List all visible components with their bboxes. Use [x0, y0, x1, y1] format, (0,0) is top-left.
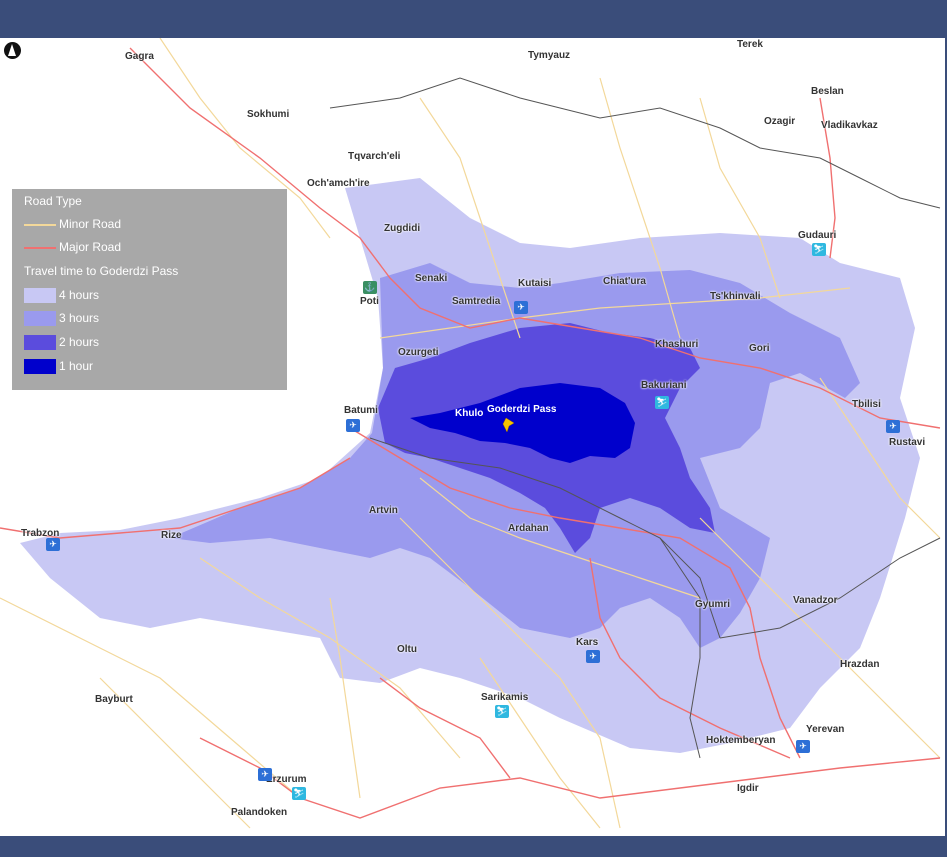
place-batumi: Batumi: [344, 405, 378, 416]
place-tymyauz: Tymyauz: [528, 50, 571, 61]
place-yerevan: Yerevan: [806, 724, 845, 735]
place-igdir: Igdir: [737, 783, 759, 794]
sarikamis-ski-resort-icon[interactable]: ⛷: [495, 705, 509, 718]
major-road-line-icon: [24, 247, 56, 249]
place-bakuriani: Bakuriani: [641, 380, 687, 391]
place-vanadzor: Vanadzor: [793, 595, 838, 606]
place-terek: Terek: [737, 39, 763, 50]
swatch-3-hours: [24, 311, 56, 326]
map-canvas[interactable]: Gagra Tymyauz Terek Beslan Ozagir Vladik…: [0, 38, 945, 836]
tbilisi-airport-icon[interactable]: ✈: [886, 420, 900, 433]
gudauri-ski-resort-icon[interactable]: ⛷: [812, 243, 826, 256]
place-sarikamis: Sarikamis: [481, 692, 529, 703]
place-erzurum: Erzurum: [266, 774, 307, 785]
yerevan-airport-icon[interactable]: ✈: [796, 740, 810, 753]
place-tbilisi: Tbilisi: [852, 399, 881, 410]
place-hrazdan: Hrazdan: [840, 659, 880, 670]
place-khulo: Khulo: [455, 408, 484, 419]
place-palandoken: Palandoken: [231, 807, 288, 818]
place-hoktemberyan: Hoktemberyan: [706, 735, 776, 746]
place-khashuri: Khashuri: [655, 339, 699, 350]
place-gudauri: Gudauri: [798, 230, 837, 241]
place-beslan: Beslan: [811, 86, 844, 97]
bakuriani-ski-resort-icon[interactable]: ⛷: [655, 396, 669, 409]
place-ardahan: Ardahan: [508, 523, 549, 534]
place-ochamchire: Och'amch'ire: [307, 178, 370, 189]
place-kars: Kars: [576, 637, 599, 648]
page-frame: Gagra Tymyauz Terek Beslan Ozagir Vladik…: [0, 0, 947, 857]
palandoken-ski-resort-icon[interactable]: ⛷: [292, 787, 306, 800]
map-legend: Road Type Minor Road Major Road Travel t…: [12, 189, 287, 390]
batumi-airport-icon[interactable]: ✈: [346, 419, 360, 432]
legend-major-road-label: Major Road: [59, 240, 122, 254]
place-ozurgeti: Ozurgeti: [398, 347, 439, 358]
place-chiatura: Chiat'ura: [603, 276, 646, 287]
legend-minor-road-label: Minor Road: [59, 217, 122, 231]
place-zugdidi: Zugdidi: [384, 223, 421, 234]
place-kutaisi: Kutaisi: [518, 278, 552, 289]
legend-4-hours-label: 4 hours: [59, 288, 100, 302]
kars-airport-icon[interactable]: ✈: [586, 650, 600, 663]
swatch-1-hour: [24, 359, 56, 374]
place-rustavi: Rustavi: [889, 437, 926, 448]
swatch-2-hours: [24, 335, 56, 350]
legend-2-hours-label: 2 hours: [59, 335, 100, 349]
place-bayburt: Bayburt: [95, 694, 133, 705]
place-tqvarcheli: Tqvarch'eli: [348, 151, 401, 162]
swatch-4-hours: [24, 288, 56, 303]
place-gagra: Gagra: [125, 51, 154, 62]
place-gyumri: Gyumri: [695, 599, 731, 610]
poti-port-icon[interactable]: ⚓: [363, 281, 377, 294]
place-goderdzi-pass: Goderdzi Pass: [487, 404, 557, 415]
place-rize: Rize: [161, 530, 182, 541]
place-samtredia: Samtredia: [452, 296, 501, 307]
place-artvin: Artvin: [369, 505, 398, 516]
place-gori: Gori: [749, 343, 770, 354]
place-senaki: Senaki: [415, 273, 448, 284]
minor-road-line-icon: [24, 224, 56, 226]
place-oltu: Oltu: [397, 644, 417, 655]
trabzon-airport-icon[interactable]: ✈: [46, 538, 60, 551]
place-poti: Poti: [360, 296, 379, 307]
place-tskhinvali: Ts'khinvali: [710, 291, 761, 302]
legend-travel-time-title: Travel time to Goderdzi Pass: [24, 264, 179, 278]
legend-road-type-title: Road Type: [24, 194, 82, 208]
north-arrow-icon: [4, 42, 21, 59]
erzurum-airport-icon[interactable]: ✈: [258, 768, 272, 781]
map-svg: [0, 38, 941, 829]
place-ozagir: Ozagir: [764, 116, 796, 127]
kutaisi-airport-icon[interactable]: ✈: [514, 301, 528, 314]
legend-1-hour-label: 1 hour: [59, 359, 94, 373]
place-vladikavkaz: Vladikavkaz: [821, 120, 878, 131]
place-sokhumi: Sokhumi: [247, 109, 290, 120]
legend-3-hours-label: 3 hours: [59, 311, 100, 325]
